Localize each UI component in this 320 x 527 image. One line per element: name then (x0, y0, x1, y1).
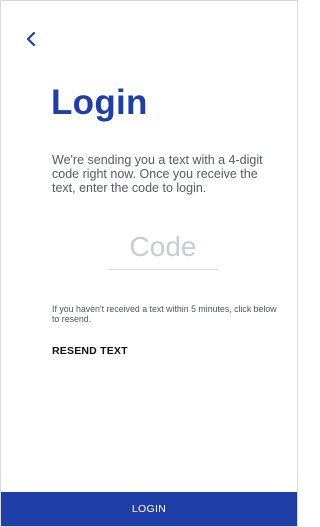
page-title: Login (51, 83, 148, 122)
login-screen: Login We're sending you a text with a 4-… (0, 0, 298, 527)
back-button[interactable] (19, 27, 43, 51)
resend-hint-text: If you haven't received a text within 5 … (52, 304, 277, 324)
login-button[interactable]: LOGIN (1, 492, 297, 526)
chevron-left-icon (26, 31, 36, 47)
resend-text-button[interactable]: RESEND TEXT (52, 345, 128, 357)
instructions-text: We're sending you a text with a 4-digit … (52, 153, 263, 195)
code-input[interactable] (108, 227, 218, 267)
code-field (108, 227, 218, 270)
